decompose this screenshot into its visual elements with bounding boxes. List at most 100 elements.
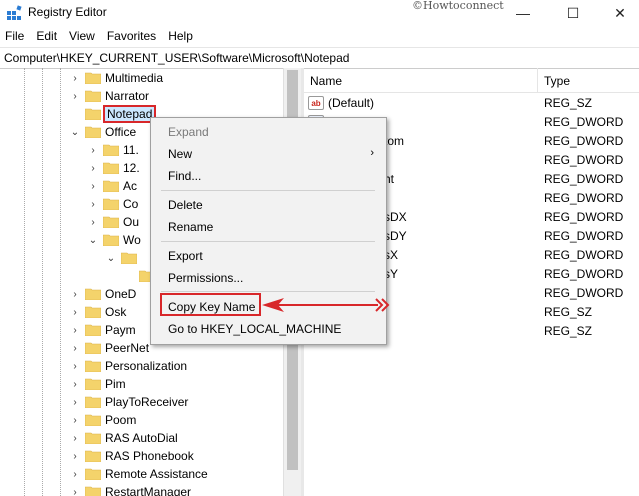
menu-edit[interactable]: Edit xyxy=(31,27,64,47)
folder-icon xyxy=(85,342,101,354)
expand-chevron-icon[interactable]: › xyxy=(70,343,80,354)
menu-item-permissions[interactable]: Permissions... xyxy=(168,271,243,285)
menu-item-goto-hklm[interactable]: Go to HKEY_LOCAL_MACHINE xyxy=(168,322,341,336)
menu-item-export[interactable]: Export xyxy=(168,249,203,263)
tree-item[interactable]: ⌄ Office xyxy=(70,123,136,141)
minimize-button[interactable]: — xyxy=(500,0,546,26)
expand-chevron-icon[interactable]: › xyxy=(70,91,80,102)
tree-item-label[interactable]: PeerNet xyxy=(105,341,149,355)
expand-chevron-icon[interactable]: › xyxy=(70,433,80,444)
folder-icon xyxy=(103,234,119,246)
address-path[interactable]: Computer\HKEY_CURRENT_USER\Software\Micr… xyxy=(4,51,349,65)
expand-chevron-icon[interactable]: › xyxy=(70,451,80,462)
tree-item[interactable]: › 11. xyxy=(88,141,139,159)
tree-item-label[interactable]: RAS AutoDial xyxy=(105,431,178,445)
tree-item-label[interactable]: Osk xyxy=(105,305,126,319)
expand-chevron-icon[interactable]: › xyxy=(88,217,98,228)
value-name-cell[interactable]: ab (Default) xyxy=(308,96,374,110)
expand-chevron-icon[interactable]: › xyxy=(70,487,80,496)
address-bar[interactable]: Computer\HKEY_CURRENT_USER\Software\Micr… xyxy=(0,47,639,69)
tree-item-label[interactable]: Remote Assistance xyxy=(105,467,208,481)
tree-item[interactable]: › RAS Phonebook xyxy=(70,447,194,465)
expand-chevron-icon[interactable]: › xyxy=(88,199,98,210)
column-header-name[interactable]: Name xyxy=(310,74,342,88)
tree-item[interactable]: › 12. xyxy=(88,159,140,177)
tree-item-label-selected[interactable]: Notepad xyxy=(102,105,157,123)
expand-chevron-icon[interactable]: › xyxy=(70,325,80,336)
value-name-cell[interactable]: sDX xyxy=(384,210,407,224)
tree-item[interactable]: › Narrator xyxy=(70,87,149,105)
expand-chevron-icon[interactable] xyxy=(124,271,134,281)
tree-item[interactable]: Notepad xyxy=(70,105,157,123)
tree-item-label[interactable]: Ou xyxy=(123,215,139,229)
value-name-cell[interactable]: tom xyxy=(384,134,404,148)
menu-file[interactable]: File xyxy=(0,27,31,47)
tree-item-label[interactable]: Paym xyxy=(105,323,136,337)
menu-help[interactable]: Help xyxy=(163,27,200,47)
menu-item-find[interactable]: Find... xyxy=(168,169,201,183)
value-name-cell[interactable]: sDY xyxy=(384,229,407,243)
expand-chevron-icon[interactable]: › xyxy=(70,307,80,318)
column-header-type[interactable]: Type xyxy=(544,74,570,88)
expand-chevron-icon[interactable]: › xyxy=(70,469,80,480)
tree-item[interactable]: › PlayToReceiver xyxy=(70,393,188,411)
tree-item[interactable]: › Paym xyxy=(70,321,136,339)
menu-item-rename[interactable]: Rename xyxy=(168,220,213,234)
tree-item-label[interactable]: RestartManager xyxy=(105,485,191,496)
close-button[interactable]: ✕ xyxy=(597,0,639,26)
tree-item[interactable]: › Pim xyxy=(70,375,126,393)
expand-chevron-icon[interactable]: › xyxy=(70,397,80,408)
value-type: REG_DWORD xyxy=(544,248,624,262)
maximize-button[interactable]: ☐ xyxy=(550,0,596,26)
expand-chevron-icon[interactable] xyxy=(70,109,80,119)
menu-view[interactable]: View xyxy=(64,27,102,47)
collapse-chevron-icon[interactable]: ⌄ xyxy=(106,253,116,264)
tree-item-label[interactable]: Co xyxy=(123,197,138,211)
tree-item-label[interactable]: Poom xyxy=(105,413,136,427)
tree-item[interactable]: › Remote Assistance xyxy=(70,465,208,483)
tree-item-label[interactable]: Personalization xyxy=(105,359,187,373)
tree-item-label[interactable]: RAS Phonebook xyxy=(105,449,194,463)
tree-item-label[interactable]: Pim xyxy=(105,377,126,391)
tree-item[interactable]: › RAS AutoDial xyxy=(70,429,178,447)
tree-item[interactable]: › PeerNet xyxy=(70,339,149,357)
tree-item[interactable]: › OneD xyxy=(70,285,136,303)
tree-item[interactable]: ⌄ Wo xyxy=(88,231,141,249)
tree-item-label[interactable]: 11. xyxy=(123,143,139,157)
expand-chevron-icon[interactable]: › xyxy=(70,289,80,300)
menu-item-expand[interactable]: Expand xyxy=(168,125,209,139)
expand-chevron-icon[interactable]: › xyxy=(70,361,80,372)
tree-item[interactable]: › Personalization xyxy=(70,357,187,375)
tree-item-label[interactable]: Wo xyxy=(123,233,141,247)
value-name: tom xyxy=(384,134,405,148)
expand-chevron-icon[interactable]: › xyxy=(70,415,80,426)
list-row[interactable]: ab (Default) REG_SZ xyxy=(304,94,639,113)
tree-item[interactable]: ⌄ xyxy=(106,249,141,267)
folder-icon xyxy=(103,144,119,156)
collapse-chevron-icon[interactable]: ⌄ xyxy=(88,235,98,246)
column-divider[interactable] xyxy=(537,68,538,92)
tree-item-label[interactable]: OneD xyxy=(105,287,136,301)
tree-item[interactable]: › Osk xyxy=(70,303,126,321)
tree-item-label[interactable]: Narrator xyxy=(105,89,149,103)
tree-item[interactable]: › RestartManager xyxy=(70,483,191,496)
expand-chevron-icon[interactable]: › xyxy=(88,163,98,174)
tree-item-label[interactable]: PlayToReceiver xyxy=(105,395,188,409)
tree-item[interactable]: › Ou xyxy=(88,213,139,231)
tree-item[interactable]: › Co xyxy=(88,195,138,213)
tree-item-label[interactable]: Office xyxy=(105,125,136,139)
menu-item-new[interactable]: New xyxy=(168,147,192,161)
menu-favorites[interactable]: Favorites xyxy=(102,27,163,47)
menu-item-delete[interactable]: Delete xyxy=(168,198,203,212)
tree-item[interactable]: › Multimedia xyxy=(70,69,163,87)
expand-chevron-icon[interactable]: › xyxy=(88,181,98,192)
expand-chevron-icon[interactable]: › xyxy=(88,145,98,156)
tree-item-label[interactable]: Ac xyxy=(123,179,137,193)
tree-item-label[interactable]: Multimedia xyxy=(105,71,163,85)
tree-item-label[interactable]: 12. xyxy=(123,161,140,175)
tree-item[interactable]: › Ac xyxy=(88,177,137,195)
collapse-chevron-icon[interactable]: ⌄ xyxy=(70,127,80,138)
expand-chevron-icon[interactable]: › xyxy=(70,73,80,84)
tree-item[interactable]: › Poom xyxy=(70,411,136,429)
expand-chevron-icon[interactable]: › xyxy=(70,379,80,390)
